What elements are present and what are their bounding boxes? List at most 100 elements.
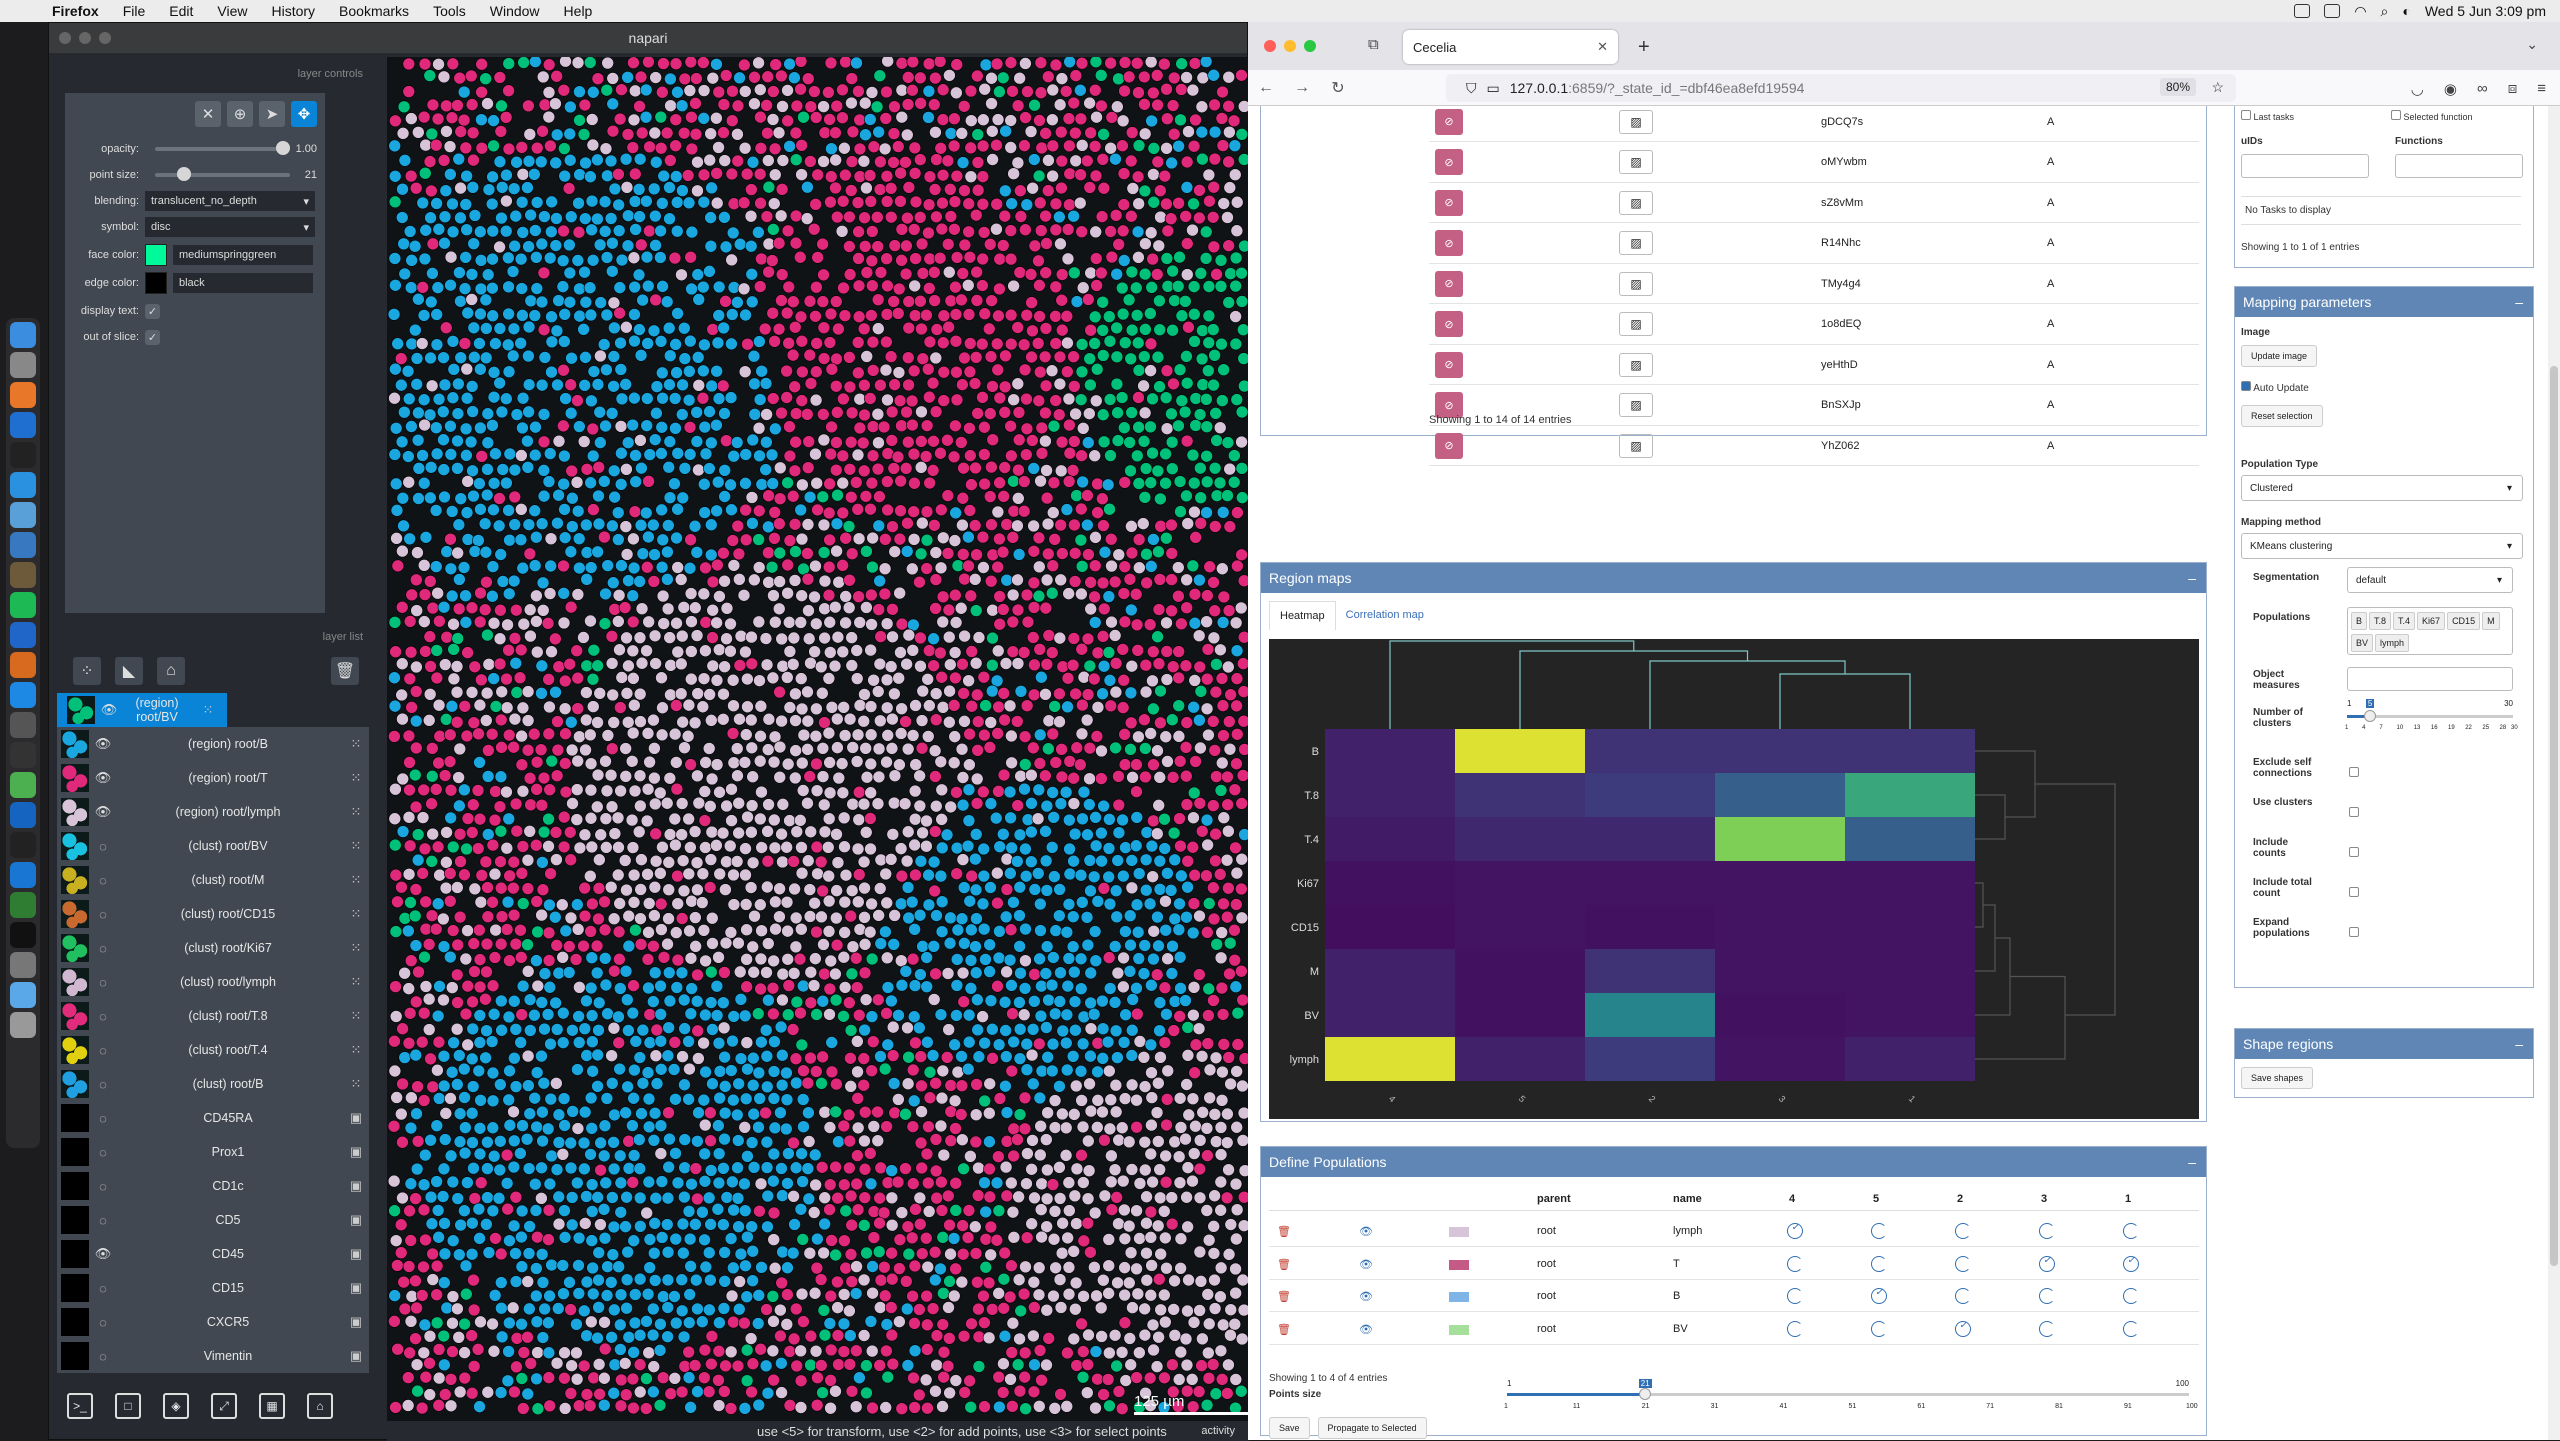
- layer-row[interactable]: ◌ CD1c ▣: [57, 1169, 369, 1203]
- layer-row[interactable]: 👁 (region) root/B ⁙: [57, 727, 369, 761]
- menu-view[interactable]: View: [205, 3, 259, 19]
- population-color-swatch[interactable]: [1449, 1260, 1469, 1270]
- tab-heatmap[interactable]: Heatmap: [1269, 601, 1336, 630]
- population-color-swatch[interactable]: [1449, 1292, 1469, 1302]
- layer-name[interactable]: (clust) root/BV: [113, 839, 343, 853]
- layer-name[interactable]: (region) root/BV: [119, 696, 195, 724]
- mapping-parameters-header[interactable]: Mapping parameters–: [2235, 287, 2533, 317]
- new-labels-layer-button[interactable]: ⌂: [157, 657, 185, 685]
- edge-color-swatch[interactable]: [145, 272, 167, 294]
- menu-history[interactable]: History: [259, 3, 327, 19]
- extensions-icon[interactable]: ⧈: [2508, 80, 2518, 98]
- edge-color-input[interactable]: black: [173, 273, 313, 293]
- task-status-icon[interactable]: ⊘: [1435, 352, 1463, 378]
- app-icon[interactable]: [10, 952, 36, 978]
- layer-name[interactable]: (region) root/T: [113, 771, 343, 785]
- option-checkbox[interactable]: [2349, 887, 2359, 897]
- image-icon[interactable]: ▨: [1619, 353, 1653, 377]
- circle-icon[interactable]: [1787, 1288, 1803, 1304]
- page-info-icon[interactable]: ▭: [1487, 80, 1500, 97]
- image-icon[interactable]: ▨: [1619, 272, 1653, 296]
- circle-icon[interactable]: [2039, 1288, 2055, 1304]
- layer-row[interactable]: ◌ Vimentin ▣: [57, 1339, 369, 1373]
- column-header[interactable]: 4: [1789, 1193, 1795, 1205]
- column-header[interactable]: 1: [2125, 1193, 2131, 1205]
- eye-icon[interactable]: 👁: [93, 804, 113, 820]
- image-icon[interactable]: ▨: [1619, 231, 1653, 255]
- menu-app[interactable]: Firefox: [40, 3, 111, 19]
- layer-name[interactable]: (clust) root/M: [113, 873, 343, 887]
- check-circle-icon[interactable]: [1955, 1321, 1971, 1337]
- eye-icon[interactable]: 👁: [1359, 1290, 1373, 1303]
- reload-button[interactable]: ↻: [1320, 78, 1356, 98]
- firefox-icon[interactable]: [10, 382, 36, 408]
- folder-icon[interactable]: [10, 982, 36, 1008]
- minimize-button[interactable]: [1284, 40, 1296, 52]
- circle-icon[interactable]: [1787, 1256, 1803, 1272]
- population-chip[interactable]: T.4: [2393, 612, 2415, 630]
- layer-name[interactable]: (clust) root/CD15: [113, 907, 343, 921]
- task-status-icon[interactable]: ⊘: [1435, 311, 1463, 337]
- eye-closed-icon[interactable]: ◌: [93, 1009, 113, 1024]
- menubar-clock[interactable]: Wed 5 Jun 3:09 pm: [2425, 3, 2546, 19]
- terminal-icon[interactable]: [10, 442, 36, 468]
- eye-closed-icon[interactable]: ◌: [93, 941, 113, 956]
- eye-closed-icon[interactable]: ◌: [93, 1315, 113, 1330]
- save-button[interactable]: Save: [1269, 1417, 1310, 1439]
- region-maps-header[interactable]: Region maps–: [1261, 563, 2206, 593]
- layer-name[interactable]: (clust) root/lymph: [113, 975, 343, 989]
- pan-zoom-button[interactable]: ✥: [291, 101, 317, 127]
- layer-row[interactable]: 👁 (region) root/lymph ⁙: [57, 795, 369, 829]
- face-color-swatch[interactable]: [145, 244, 167, 266]
- eye-icon[interactable]: 👁: [93, 1246, 113, 1262]
- account-icon[interactable]: ◉: [2444, 80, 2457, 98]
- menu-bookmarks[interactable]: Bookmarks: [327, 3, 421, 19]
- mapping-method-select[interactable]: KMeans clustering▾: [2241, 533, 2523, 559]
- functions-input[interactable]: [2395, 154, 2523, 178]
- console-button[interactable]: >_: [67, 1393, 93, 1419]
- population-chip[interactable]: lymph: [2375, 634, 2409, 652]
- image-icon[interactable]: ▨: [1619, 434, 1653, 458]
- segmentation-select[interactable]: default▾: [2347, 567, 2513, 593]
- battery-icon[interactable]: [2324, 4, 2340, 18]
- population-chip[interactable]: CD15: [2447, 612, 2480, 630]
- layer-name[interactable]: CD45: [113, 1247, 343, 1261]
- layer-name[interactable]: CD45RA: [113, 1111, 343, 1125]
- task-row[interactable]: ⊘ ▨ 1o8dEQ A: [1429, 305, 2199, 345]
- option-checkbox[interactable]: [2349, 767, 2359, 777]
- circle-icon[interactable]: [2039, 1223, 2055, 1239]
- column-header[interactable]: 5: [1873, 1193, 1879, 1205]
- layer-name[interactable]: (region) root/lymph: [113, 805, 343, 819]
- define-populations-header[interactable]: Define Populations–: [1261, 1147, 2206, 1177]
- out-of-slice-checkbox[interactable]: ✓: [145, 330, 160, 345]
- layer-name[interactable]: Vimentin: [113, 1349, 343, 1363]
- display-text-checkbox[interactable]: ✓: [145, 304, 160, 319]
- viewer-canvas[interactable]: [387, 57, 1249, 1421]
- population-row[interactable]: 🗑 👁 root lymph: [1269, 1215, 2199, 1247]
- task-row[interactable]: ⊘ ▨ gDCQ7s A: [1429, 106, 2199, 142]
- select-points-button[interactable]: ➤: [259, 101, 285, 127]
- circle-icon[interactable]: [2123, 1223, 2139, 1239]
- population-row[interactable]: 🗑 👁 root BV: [1269, 1313, 2199, 1345]
- zoom-button[interactable]: [1304, 40, 1316, 52]
- control-center-icon[interactable]: ◐: [2402, 3, 2410, 19]
- finder-icon[interactable]: [10, 322, 36, 348]
- population-chip[interactable]: BV: [2351, 634, 2373, 652]
- task-row[interactable]: ⊘ ▨ YhZ062 A: [1429, 426, 2199, 466]
- auto-update-checkbox[interactable]: [2241, 381, 2251, 391]
- new-tab-button[interactable]: +: [1638, 36, 1650, 59]
- forward-button[interactable]: →: [1284, 79, 1320, 97]
- eye-closed-icon[interactable]: ◌: [93, 839, 113, 854]
- image-icon[interactable]: ▨: [1619, 150, 1653, 174]
- task-status-icon[interactable]: ⊘: [1435, 230, 1463, 256]
- populations-multiselect[interactable]: BT.8T.4Ki67CD15MBVlymph: [2347, 607, 2513, 655]
- layer-name[interactable]: (clust) root/T.8: [113, 1009, 343, 1023]
- column-header[interactable]: parent: [1537, 1193, 1571, 1205]
- eye-closed-icon[interactable]: ◌: [93, 975, 113, 990]
- eye-closed-icon[interactable]: ◌: [93, 1145, 113, 1160]
- layer-row[interactable]: ◌ (clust) root/M ⁙: [57, 863, 369, 897]
- check-circle-icon[interactable]: [2039, 1256, 2055, 1272]
- app-icon[interactable]: [10, 532, 36, 558]
- circle-icon[interactable]: [1955, 1223, 1971, 1239]
- menu-window[interactable]: Window: [478, 3, 552, 19]
